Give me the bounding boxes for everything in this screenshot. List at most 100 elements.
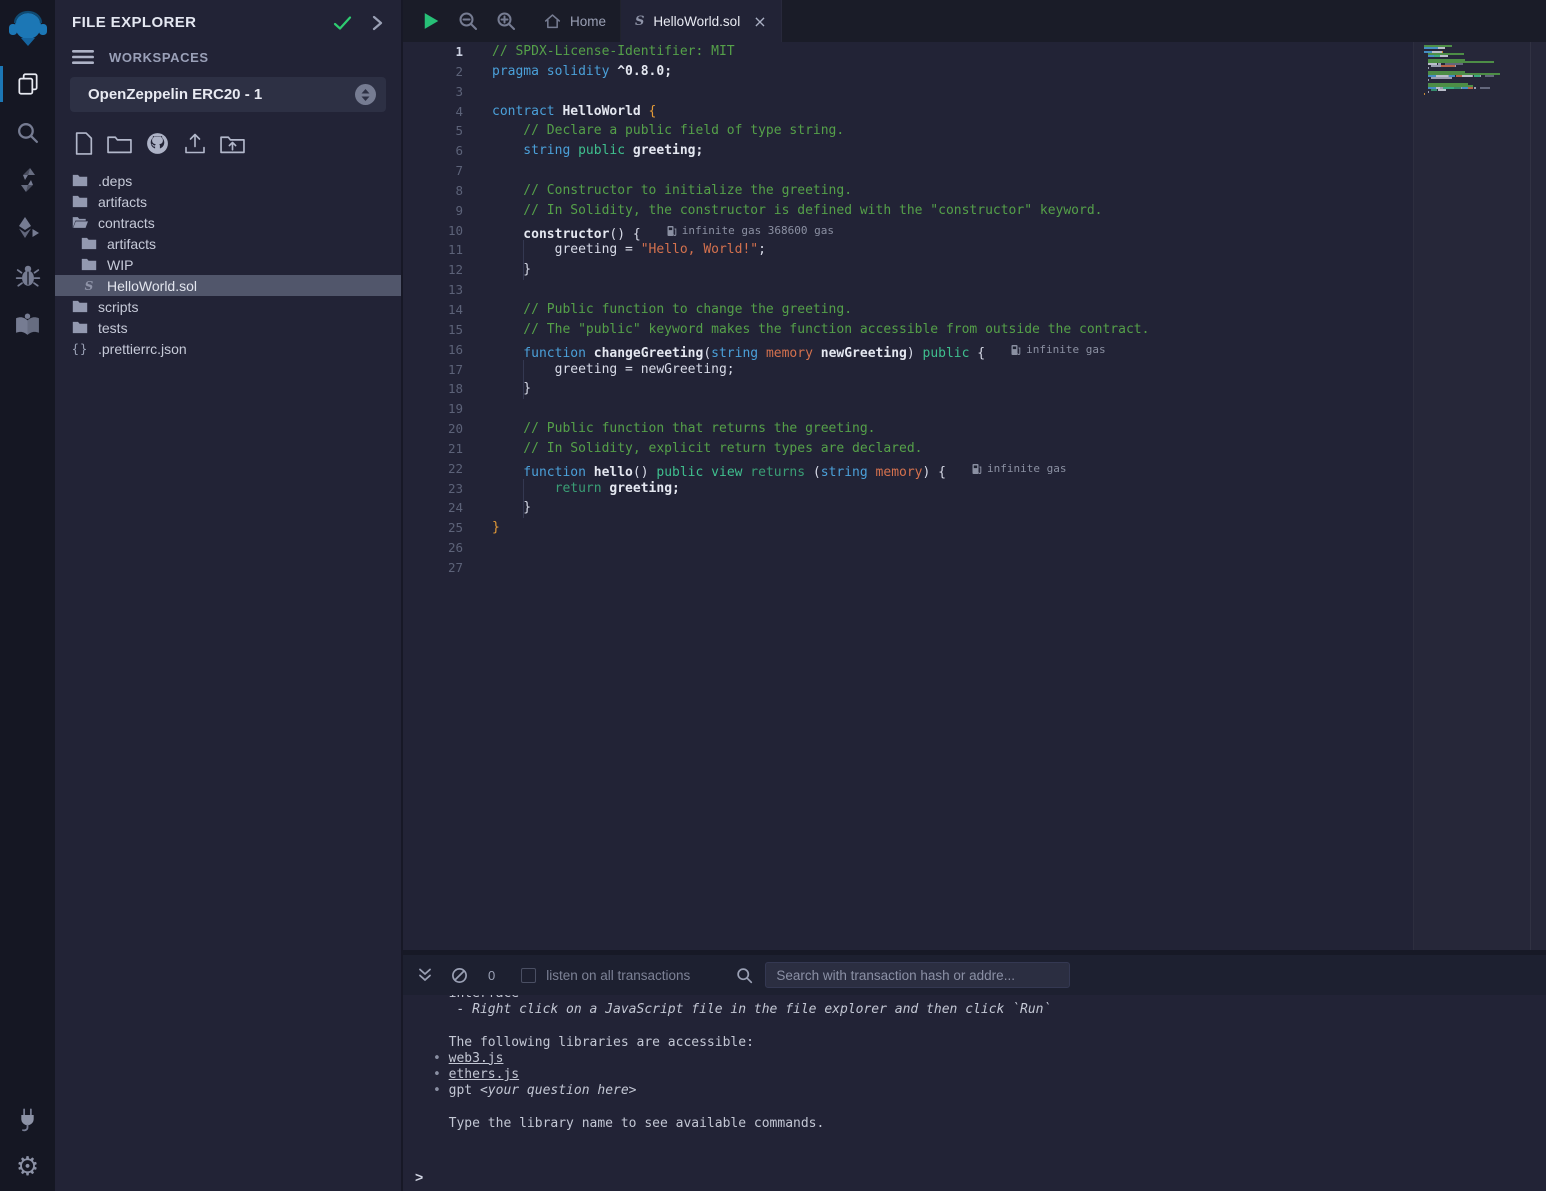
solidity-file-icon: S [635,14,644,29]
new-file-button[interactable] [74,132,94,155]
code-line-14: // Public function to change the greetin… [492,300,1406,320]
editor-minimap[interactable] [1413,42,1546,950]
sidebar-item-debugger[interactable] [0,252,55,300]
terminal-link[interactable]: ethers.js [449,1067,519,1082]
folder-open-icon [72,216,88,229]
gas-estimate-widget: infinite gas 368600 gas [667,221,834,241]
new-folder-button[interactable] [107,133,132,154]
code-line-22: function hello() public view returns (st… [492,459,1406,479]
tree-item-scripts[interactable]: scripts [55,296,401,317]
remix-logo[interactable] [0,0,55,60]
sidebar-item-settings[interactable]: ⚙ [0,1143,55,1191]
upload-folder-icon [220,133,245,154]
run-script-button[interactable] [423,12,440,30]
terminal-line [433,1099,1546,1115]
sidebar-item-plugin-manager[interactable] [0,1095,55,1143]
tree-item-label: artifacts [98,194,147,210]
gas-estimate-widget: infinite gas [972,459,1066,479]
code-line-20: // Public function that returns the gree… [492,419,1406,439]
tab-close-icon[interactable]: × [753,12,766,31]
tree-item-artifacts[interactable]: artifacts [55,191,401,212]
code-line-12: } [492,260,1406,280]
code-lines: // SPDX-License-Identifier: MITpragma so… [492,42,1406,578]
solidity-compiler-icon [16,167,40,193]
folder-icon [72,321,88,334]
tree-item-artifacts[interactable]: artifacts [55,233,401,254]
expand-terminal-icon[interactable] [417,967,433,983]
remix-ide: { "colors": { "accent_blue": "#1c77b5", … [0,0,1546,1191]
folder-icon [81,237,97,250]
code-editor[interactable]: 1234567891011121314151617181920212223242… [403,42,1546,950]
sidebar-item-solidity-compiler[interactable] [0,156,55,204]
tree-item-wip[interactable]: WIP [55,254,401,275]
code-line-17: greeting = newGreeting; [492,360,1406,380]
folder-icon [72,174,88,187]
code-line-9: // In Solidity, the constructor is defin… [492,201,1406,221]
code-line-11: greeting = "Hello, World!"; [492,240,1406,260]
terminal-panel: 0 listen on all transactions interface -… [403,950,1546,1191]
remix-logo-icon [8,9,48,51]
home-icon [544,13,561,29]
code-line-23: return greeting; [492,479,1406,499]
search-icon [15,120,40,145]
sidebar-item-file-explorer[interactable] [0,60,55,108]
code-line-8: // Constructor to initialize the greetin… [492,181,1406,201]
sidebar-item-search[interactable] [0,108,55,156]
terminal-line: • web3.js [433,1051,1546,1067]
code-line-3 [492,82,1406,102]
tree-item--deps[interactable]: .deps [55,170,401,191]
check-icon[interactable] [333,15,352,31]
tree-item-contracts[interactable]: contracts [55,212,401,233]
terminal-search-icon [736,967,753,984]
transaction-count-badge: 0 [488,968,495,983]
workspace-name: OpenZeppelin ERC20 - 1 [88,86,355,103]
github-import-button[interactable] [145,131,170,156]
zoom-in-icon[interactable] [496,11,516,31]
tree-item-tests[interactable]: tests [55,317,401,338]
code-line-19 [492,399,1406,419]
workspace-sort-button[interactable] [355,84,376,105]
workspace-select[interactable]: OpenZeppelin ERC20 - 1 [70,77,386,112]
file-toolbar [55,112,401,166]
main-area: Home S HelloWorld.sol × 1234567891011121… [403,0,1546,1191]
listen-transactions-checkbox[interactable] [521,968,536,983]
chevron-right-icon[interactable] [372,15,383,31]
tree-item-helloworld-sol[interactable]: SHelloWorld.sol [55,275,401,296]
tree-item-label: artifacts [107,236,156,252]
hamburger-menu-icon[interactable] [72,49,94,65]
tab-home[interactable]: Home [530,0,621,42]
zoom-out-icon[interactable] [458,11,478,31]
code-line-24: } [492,498,1406,518]
upload-file-button[interactable] [183,132,207,155]
workspaces-label: WORKSPACES [109,50,209,65]
gas-estimate-widget: infinite gas [1011,340,1105,360]
sidebar-item-deploy-run[interactable] [0,204,55,252]
bullet-icon: • [433,1051,449,1066]
gear-icon: ⚙ [16,1154,39,1180]
upload-folder-button[interactable] [220,133,245,154]
code-line-5: // Declare a public field of type string… [492,121,1406,141]
upload-file-icon [183,132,207,155]
file-tree: .deps artifacts contracts artifacts WIPSHell… [55,170,401,359]
new-file-icon [74,132,94,155]
terminal-link[interactable]: web3.js [449,1051,504,1066]
code-line-16: function changeGreeting(string memory ne… [492,340,1406,360]
terminal-search-input[interactable] [765,962,1070,988]
tree-item--prettierrc-json[interactable]: {}.prettierrc.json [55,338,401,359]
tab-label: HelloWorld.sol [653,14,740,29]
clear-console-icon[interactable] [451,967,468,984]
folder-icon [72,300,88,313]
code-line-13 [492,280,1406,300]
code-line-21: // In Solidity, explicit return types ar… [492,439,1406,459]
terminal-line: - Right click on a JavaScript file in th… [433,1002,1546,1018]
deploy-run-icon [15,215,41,241]
file-explorer-header: FILE EXPLORER [55,0,401,41]
editor-tabbar: Home S HelloWorld.sol × [403,0,1546,42]
listen-transactions-label: listen on all transactions [546,968,690,983]
sidebar-item-learneth[interactable] [0,300,55,348]
plug-icon [14,1106,41,1133]
tab-helloworld-sol[interactable]: S HelloWorld.sol × [621,0,782,42]
tab-label: Home [570,14,606,29]
code-line-1: // SPDX-License-Identifier: MIT [492,42,1406,62]
code-line-4: contract HelloWorld { [492,102,1406,122]
